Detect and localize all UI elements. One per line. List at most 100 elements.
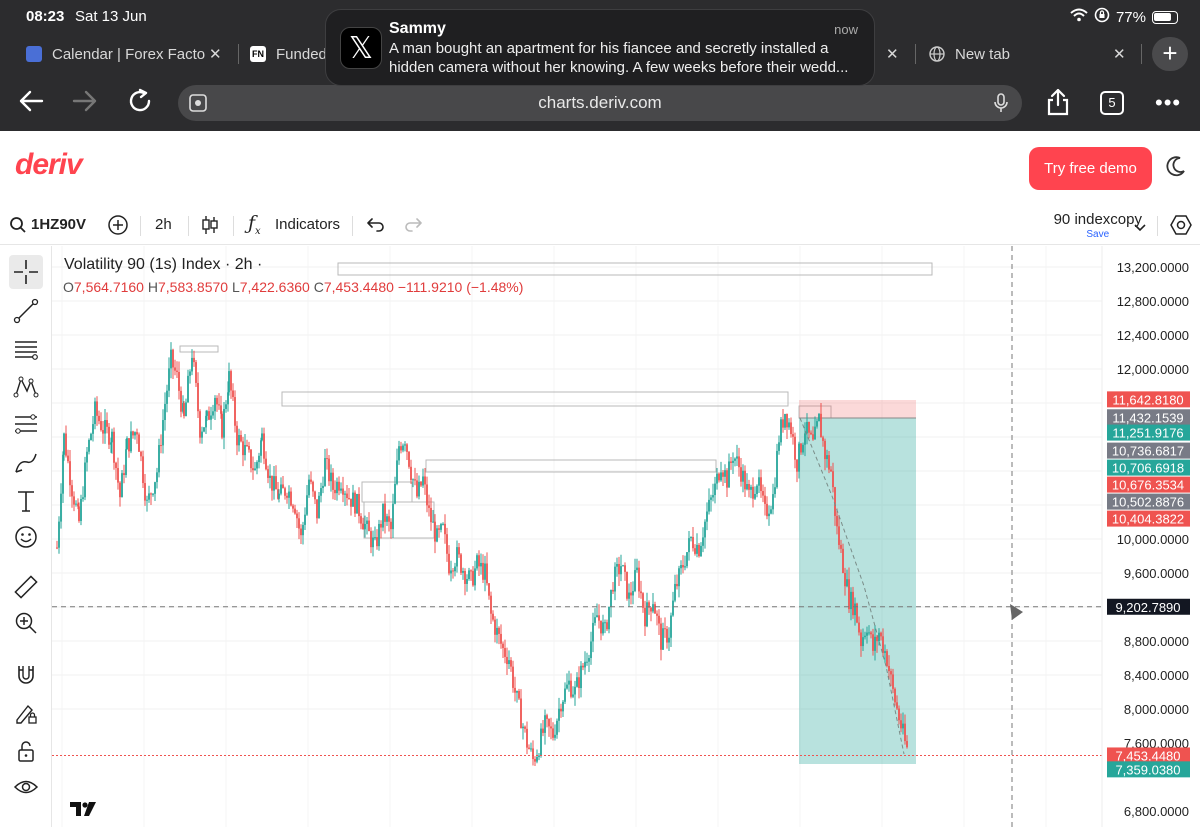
lock-drawings-icon[interactable] xyxy=(9,696,43,730)
price-label: 10,706.6918 xyxy=(1112,461,1184,476)
brush-tool-icon[interactable] xyxy=(9,446,43,480)
trend-line-tool-icon[interactable] xyxy=(9,294,43,328)
candle-body xyxy=(720,472,722,481)
candle-body xyxy=(464,571,466,584)
horizontal-lines-tool-icon[interactable] xyxy=(9,332,43,366)
candle-body xyxy=(514,687,516,693)
candle-body xyxy=(394,483,396,504)
candle-body xyxy=(80,498,82,521)
close-tab-icon[interactable]: ✕ xyxy=(1113,34,1126,74)
new-tab-plus-icon[interactable]: + xyxy=(1152,37,1188,71)
tradingview-logo[interactable] xyxy=(70,800,96,821)
candle-body xyxy=(284,488,286,496)
tab-calendar[interactable]: Calendar | Forex Facto xyxy=(26,34,205,74)
candle-body xyxy=(588,658,590,662)
candle-body xyxy=(752,486,754,499)
text-tool-icon[interactable] xyxy=(9,484,43,518)
chart-toolbar: 1HZ90V 2h ƒx Indicators 90 indexcopy Sav… xyxy=(0,207,1200,245)
candle-body xyxy=(348,497,350,499)
tab-new-tab[interactable]: New tab xyxy=(929,34,1010,74)
candle-body xyxy=(780,419,782,443)
candle-body xyxy=(560,708,562,712)
microphone-icon[interactable] xyxy=(994,93,1008,118)
zoom-in-icon[interactable] xyxy=(9,606,43,640)
candle-body xyxy=(770,509,772,514)
candle-body xyxy=(318,495,320,519)
indicators-button[interactable]: Indicators xyxy=(275,216,340,233)
notification-banner[interactable]: 𝕏 Sammy now A man bought an apartment fo… xyxy=(325,9,875,86)
candle-body xyxy=(146,499,148,501)
tab-funded[interactable]: FN Funded xyxy=(250,34,327,74)
more-menu-icon[interactable]: ••• xyxy=(1155,90,1181,116)
eye-visibility-icon[interactable] xyxy=(9,770,43,804)
candle-body xyxy=(652,604,654,612)
candle-body xyxy=(790,422,792,435)
close-tab-icon[interactable]: ✕ xyxy=(886,34,899,74)
unlock-icon[interactable] xyxy=(9,734,43,768)
compare-plus-icon[interactable] xyxy=(107,214,129,240)
candle-body xyxy=(119,482,121,498)
candle-body xyxy=(242,441,244,456)
symbol-search-icon[interactable] xyxy=(9,216,27,238)
candle-body xyxy=(148,493,150,500)
address-bar[interactable]: charts.deriv.com xyxy=(178,85,1022,121)
candle-body xyxy=(316,499,318,519)
candle-body xyxy=(808,421,810,433)
emoji-tool-icon[interactable] xyxy=(9,520,43,554)
candle-body xyxy=(366,520,368,524)
candle-body xyxy=(472,571,474,586)
candles-chart-type-icon[interactable] xyxy=(201,214,219,240)
redo-icon[interactable] xyxy=(404,216,422,236)
candle-body xyxy=(882,636,884,653)
candle-body xyxy=(904,723,906,742)
chevron-down-icon[interactable] xyxy=(1134,219,1146,236)
symbol-name[interactable]: 1HZ90V xyxy=(31,216,86,233)
candle-body xyxy=(56,547,58,549)
candle-body xyxy=(744,470,746,490)
candle-body xyxy=(594,617,596,623)
reload-icon[interactable] xyxy=(127,88,153,119)
candle-body xyxy=(784,413,786,428)
ruler-tool-icon[interactable] xyxy=(9,570,43,604)
price-chart[interactable]: 13,200.0000 12,800.0000 12,400.0000 12,000.… xyxy=(52,246,1200,827)
candle-body xyxy=(294,508,296,514)
candle-body xyxy=(187,375,189,403)
candle-body xyxy=(278,493,280,499)
drawing-rectangle xyxy=(281,391,789,407)
candle-body xyxy=(570,680,572,697)
candle-body xyxy=(520,698,522,729)
close-tab-icon[interactable]: ✕ xyxy=(209,34,222,74)
back-arrow-icon[interactable] xyxy=(18,88,44,119)
ohlc-legend: O7,564.7160 H7,583.8570 L7,422.6360 C7,4… xyxy=(63,279,524,295)
candle-body xyxy=(502,643,504,649)
layout-title: 90 indexcopy xyxy=(1053,211,1142,228)
candle-body xyxy=(886,651,888,666)
candle-body xyxy=(444,523,446,535)
candle-body xyxy=(193,357,195,363)
save-label[interactable]: Save xyxy=(1054,229,1142,240)
candle-body xyxy=(162,420,164,446)
candle-body xyxy=(256,462,258,469)
dark-mode-moon-icon[interactable] xyxy=(1165,155,1187,183)
indicators-fx-icon[interactable]: ƒx xyxy=(248,212,261,237)
tab-count-button[interactable]: 5 xyxy=(1100,91,1124,115)
interval-selector[interactable]: 2h xyxy=(155,216,172,233)
candle-body xyxy=(244,444,246,456)
candle-body xyxy=(512,666,514,688)
pattern-tool-icon[interactable] xyxy=(9,370,43,404)
layout-name[interactable]: 90 indexcopy Save xyxy=(1054,211,1142,240)
fib-tool-icon[interactable] xyxy=(9,408,43,442)
candle-body xyxy=(794,436,796,460)
share-icon[interactable] xyxy=(1046,88,1070,121)
try-free-demo-button[interactable]: Try free demo xyxy=(1029,147,1152,190)
deriv-logo[interactable]: deriv xyxy=(15,148,83,182)
magnet-icon[interactable] xyxy=(9,658,43,692)
candle-body xyxy=(548,718,550,727)
candle-body xyxy=(106,420,108,427)
candle-body xyxy=(894,688,896,703)
undo-icon[interactable] xyxy=(367,216,385,236)
forward-arrow-icon[interactable] xyxy=(72,88,98,119)
crosshair-tool-icon[interactable] xyxy=(9,255,43,289)
settings-hexagon-icon[interactable] xyxy=(1170,214,1192,240)
candle-body xyxy=(854,603,856,616)
